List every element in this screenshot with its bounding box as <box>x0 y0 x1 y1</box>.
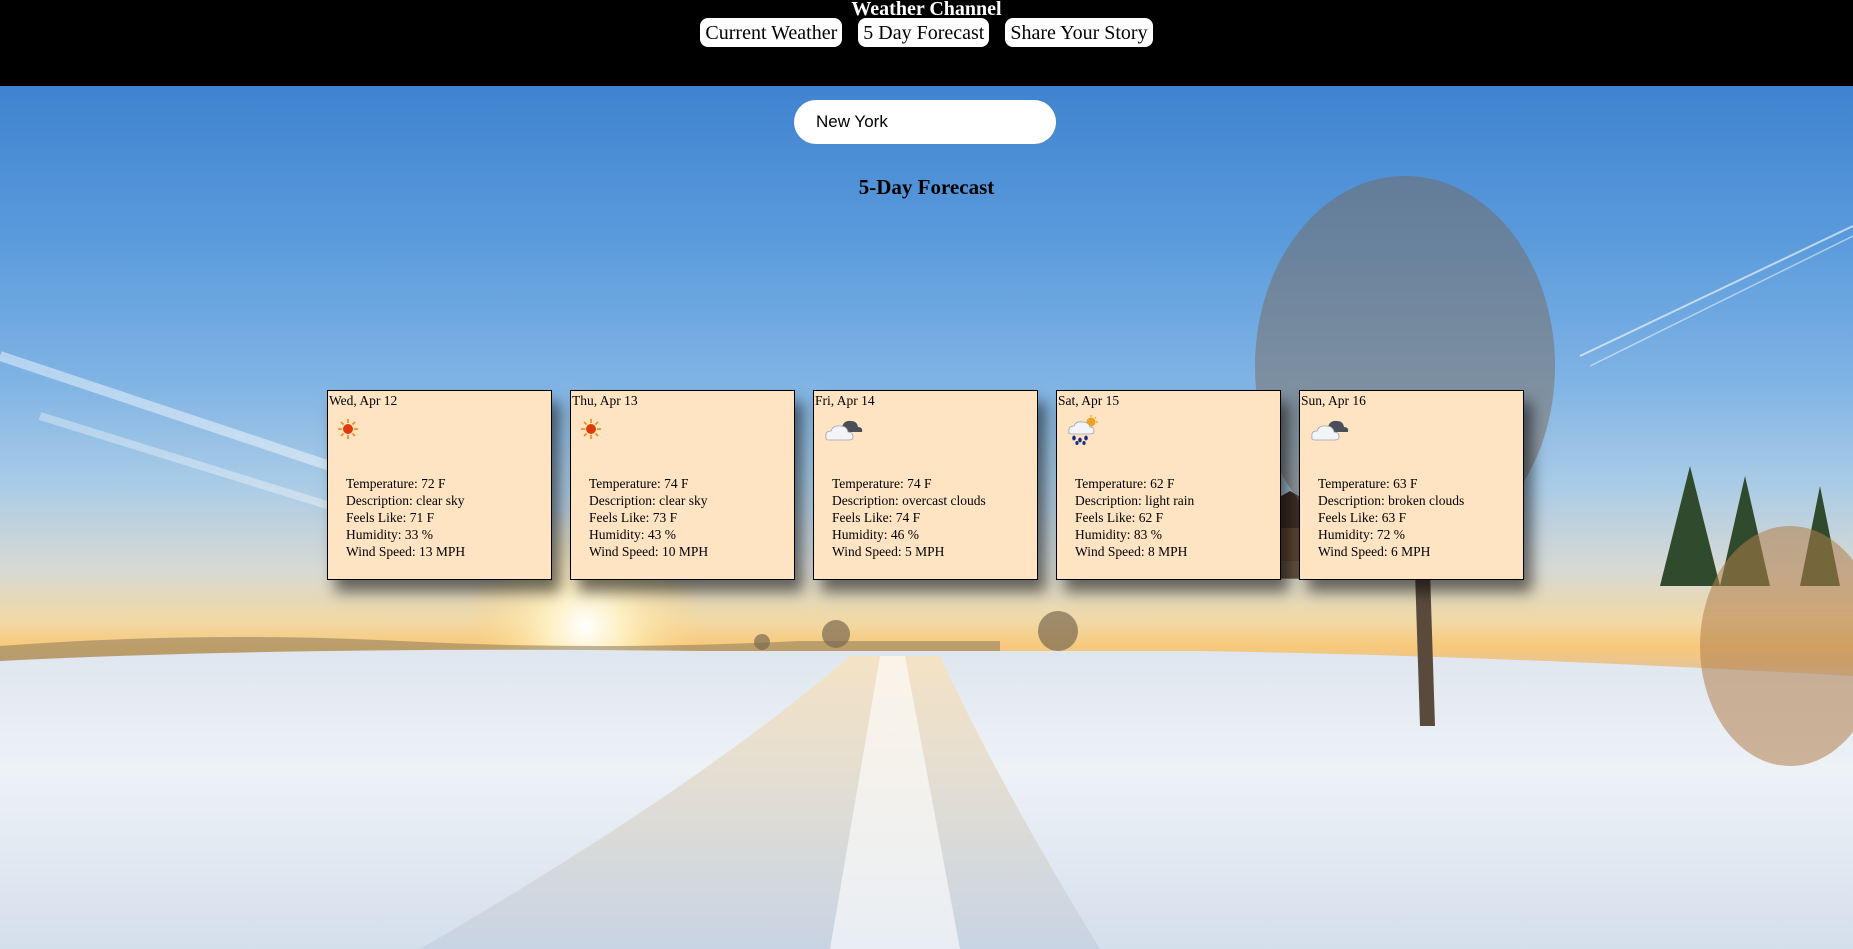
forecast-card: Fri, Apr 14 Temperature: 74 F Descriptio… <box>813 390 1038 580</box>
forecast-temperature: Temperature: 74 F <box>589 476 689 491</box>
forecast-card: Wed, Apr 12 Temperature: 72 F Descriptio… <box>327 390 552 580</box>
forecast-details: Temperature: 74 F Description: overcast … <box>832 475 986 560</box>
forecast-description: Description: light rain <box>1075 493 1195 508</box>
forecast-feels-like: Feels Like: 71 F <box>346 510 435 525</box>
forecast-description: Description: clear sky <box>589 493 708 508</box>
forecast-humidity: Humidity: 83 % <box>1075 527 1162 542</box>
forecast-date: Fri, Apr 14 <box>815 393 875 408</box>
forecast-date: Wed, Apr 12 <box>329 393 398 408</box>
broken-clouds-icon <box>1311 420 1349 441</box>
forecast-temperature: Temperature: 74 F <box>832 476 932 491</box>
forecast-temperature: Temperature: 63 F <box>1318 476 1418 491</box>
nav-current-weather-button[interactable]: Current Weather <box>700 18 843 47</box>
forecast-feels-like: Feels Like: 62 F <box>1075 510 1164 525</box>
forecast-feels-like: Feels Like: 74 F <box>832 510 921 525</box>
forecast-temperature: Temperature: 72 F <box>346 476 446 491</box>
rain-cloud-sun-icon <box>1068 415 1098 445</box>
nav-share-your-story-button[interactable]: Share Your Story <box>1005 18 1153 47</box>
sun-icon <box>581 419 601 439</box>
forecast-wind-speed: Wind Speed: 5 MPH <box>832 544 945 559</box>
city-search-input[interactable] <box>794 100 1056 144</box>
forecast-card: Sat, Apr 15 Temperature: 62 F Descriptio… <box>1056 390 1281 580</box>
forecast-description: Description: clear sky <box>346 493 465 508</box>
forecast-details: Temperature: 74 F Description: clear sky… <box>589 475 708 560</box>
forecast-temperature: Temperature: 62 F <box>1075 476 1175 491</box>
forecast-date: Thu, Apr 13 <box>572 393 638 408</box>
forecast-humidity: Humidity: 46 % <box>832 527 919 542</box>
forecast-description: Description: broken clouds <box>1318 493 1465 508</box>
forecast-feels-like: Feels Like: 63 F <box>1318 510 1407 525</box>
forecast-humidity: Humidity: 43 % <box>589 527 676 542</box>
overcast-clouds-icon <box>825 420 863 441</box>
forecast-humidity: Humidity: 72 % <box>1318 527 1405 542</box>
forecast-card: Thu, Apr 13 Temperature: 74 F Descriptio… <box>570 390 795 580</box>
forecast-wind-speed: Wind Speed: 6 MPH <box>1318 544 1431 559</box>
forecast-humidity: Humidity: 33 % <box>346 527 433 542</box>
forecast-feels-like: Feels Like: 73 F <box>589 510 678 525</box>
forecast-date: Sat, Apr 15 <box>1058 393 1120 408</box>
forecast-wind-speed: Wind Speed: 10 MPH <box>589 544 709 559</box>
sun-icon <box>338 419 358 439</box>
page-title: 5-Day Forecast <box>858 175 995 199</box>
nav-5-day-forecast-button[interactable]: 5 Day Forecast <box>858 18 990 47</box>
forecast-details: Temperature: 62 F Description: light rai… <box>1075 475 1194 560</box>
forecast-date: Sun, Apr 16 <box>1301 393 1366 408</box>
forecast-wind-speed: Wind Speed: 13 MPH <box>346 544 466 559</box>
forecast-details: Temperature: 72 F Description: clear sky… <box>346 475 465 560</box>
top-header: Weather Channel Current Weather 5 Day Fo… <box>0 0 1853 86</box>
forecast-wind-speed: Wind Speed: 8 MPH <box>1075 544 1188 559</box>
forecast-description: Description: overcast clouds <box>832 493 986 508</box>
forecast-details: Temperature: 63 F Description: broken cl… <box>1318 475 1464 560</box>
forecast-card: Sun, Apr 16 Temperature: 63 F Descriptio… <box>1299 390 1524 580</box>
main-nav: Current Weather 5 Day Forecast Share You… <box>0 18 1853 47</box>
forecast-cards: Wed, Apr 12 Temperature: 72 F Descriptio… <box>327 390 1524 580</box>
